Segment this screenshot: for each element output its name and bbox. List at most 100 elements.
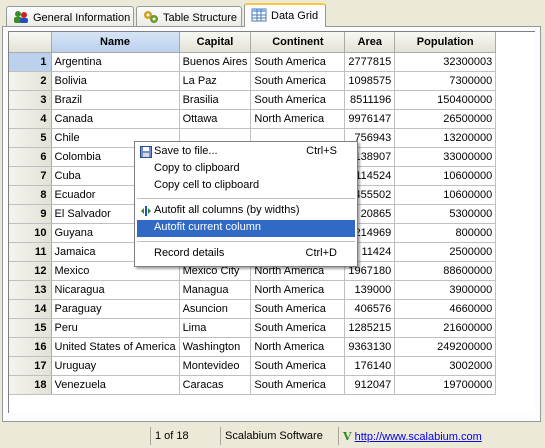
table-row[interactable]: 3 Brazil Brasilia South America 8511196 15040… <box>9 90 497 110</box>
cell-name[interactable]: United States of America <box>51 337 180 357</box>
cell-name[interactable]: Venezuela <box>51 375 180 395</box>
row-number[interactable]: 9 <box>9 204 52 224</box>
cell-name[interactable]: Nicaragua <box>51 280 180 300</box>
cell-capital[interactable]: Buenos Aires <box>179 52 252 72</box>
cell-area[interactable]: 1098575 <box>344 71 396 91</box>
cell-name[interactable]: Paraguay <box>51 299 180 319</box>
row-number[interactable]: 17 <box>9 356 52 376</box>
row-number[interactable]: 7 <box>9 166 52 186</box>
menu-item-copy-cell-to-clipboard[interactable]: Copy cell to clipboard <box>137 178 355 195</box>
cell-name[interactable]: Peru <box>51 318 180 338</box>
table-row[interactable]: 2 Bolivia La Paz South America 1098575 730000… <box>9 71 497 91</box>
cell-area[interactable]: 8511196 <box>344 90 396 110</box>
row-number[interactable]: 18 <box>9 375 52 395</box>
cell-continent[interactable]: South America <box>250 299 346 319</box>
cell-area[interactable]: 139000 <box>344 280 396 300</box>
cell-continent[interactable]: North America <box>250 337 346 357</box>
corner-cell[interactable] <box>9 32 52 53</box>
row-number[interactable]: 11 <box>9 242 52 262</box>
cell-capital[interactable]: La Paz <box>179 71 252 91</box>
cell-area[interactable]: 1285215 <box>344 318 396 338</box>
cell-population[interactable]: 21600000 <box>394 318 497 338</box>
table-row[interactable]: 16 United States of America Washington Nort… <box>9 337 497 357</box>
cell-population[interactable]: 7300000 <box>394 71 497 91</box>
row-number[interactable]: 16 <box>9 337 52 357</box>
cell-population[interactable]: 10600000 <box>394 166 497 186</box>
row-number[interactable]: 8 <box>9 185 52 205</box>
row-number[interactable]: 5 <box>9 128 52 148</box>
cell-population[interactable]: 13200000 <box>394 128 497 148</box>
cell-name[interactable]: Brazil <box>51 90 180 110</box>
cell-name[interactable]: Canada <box>51 109 180 129</box>
cell-continent[interactable]: South America <box>250 71 346 91</box>
row-number[interactable]: 12 <box>9 261 52 281</box>
table-row[interactable]: 1 Argentina Buenos Aires South America 27778… <box>9 52 497 72</box>
column-header-name[interactable]: Name <box>51 32 180 53</box>
cell-area[interactable]: 406576 <box>344 299 396 319</box>
cell-name[interactable]: Argentina <box>51 52 180 72</box>
row-number[interactable]: 14 <box>9 299 52 319</box>
website-link[interactable]: http://www.scalabium.com <box>355 431 482 443</box>
column-header-population[interactable]: Population <box>394 32 497 53</box>
cell-continent[interactable]: South America <box>250 52 346 72</box>
cell-area[interactable]: 2777815 <box>344 52 396 72</box>
column-header-continent[interactable]: Continent <box>250 32 346 53</box>
row-number[interactable]: 3 <box>9 90 52 110</box>
cell-population[interactable]: 2500000 <box>394 242 497 262</box>
cell-population[interactable]: 249200000 <box>394 337 497 357</box>
menu-item-autofit-current-column[interactable]: Autofit current column <box>137 220 355 237</box>
cell-continent[interactable]: South America <box>250 375 346 395</box>
table-row[interactable]: 15 Peru Lima South America 1285215 21600000 <box>9 318 497 338</box>
cell-continent[interactable]: North America <box>250 280 346 300</box>
cell-capital[interactable]: Ottawa <box>179 109 252 129</box>
cell-population[interactable]: 88600000 <box>394 261 497 281</box>
column-header-area[interactable]: Area <box>344 32 396 53</box>
tab-general-information[interactable]: General Information <box>6 6 134 26</box>
cell-name[interactable]: Bolivia <box>51 71 180 91</box>
menu-item-copy-to-clipboard[interactable]: Copy to clipboard <box>137 161 355 178</box>
cell-capital[interactable]: Brasilia <box>179 90 252 110</box>
row-number[interactable]: 10 <box>9 223 52 243</box>
menu-item-save-to-file[interactable]: Save to file... Ctrl+S <box>137 144 355 161</box>
table-row[interactable]: 14 Paraguay Asuncion South America 406576 466… <box>9 299 497 319</box>
cell-population[interactable]: 26500000 <box>394 109 497 129</box>
column-header-capital[interactable]: Capital <box>179 32 252 53</box>
cell-capital[interactable]: Asuncion <box>179 299 252 319</box>
cell-capital[interactable]: Washington <box>179 337 252 357</box>
cell-area[interactable]: 176140 <box>344 356 396 376</box>
cell-continent[interactable]: South America <box>250 318 346 338</box>
cell-population[interactable]: 800000 <box>394 223 497 243</box>
menu-item-autofit-all-columns[interactable]: Autofit all columns (by widths) <box>137 203 355 220</box>
cell-capital[interactable]: Managua <box>179 280 252 300</box>
cell-area[interactable]: 9363130 <box>344 337 396 357</box>
cell-population[interactable]: 4660000 <box>394 299 497 319</box>
cell-continent[interactable]: South America <box>250 90 346 110</box>
cell-capital[interactable]: Lima <box>179 318 252 338</box>
row-number[interactable]: 2 <box>9 71 52 91</box>
tab-data-grid[interactable]: Data Grid <box>244 3 326 27</box>
cell-population[interactable]: 3900000 <box>394 280 497 300</box>
row-number[interactable]: 6 <box>9 147 52 167</box>
cell-population[interactable]: 3002000 <box>394 356 497 376</box>
cell-population[interactable]: 10600000 <box>394 185 497 205</box>
row-number[interactable]: 13 <box>9 280 52 300</box>
cell-capital[interactable]: Caracas <box>179 375 252 395</box>
tab-table-structure[interactable]: Table Structure <box>136 6 242 26</box>
cell-capital[interactable]: Montevideo <box>179 356 252 376</box>
cell-population[interactable]: 19700000 <box>394 375 497 395</box>
cell-continent[interactable]: North America <box>250 109 346 129</box>
table-row[interactable]: 13 Nicaragua Managua North America 139000 390… <box>9 280 497 300</box>
table-row[interactable]: 4 Canada Ottawa North America 9976147 2650000… <box>9 109 497 129</box>
cell-population[interactable]: 150400000 <box>394 90 497 110</box>
row-number[interactable]: 1 <box>9 52 52 72</box>
cell-population[interactable]: 5300000 <box>394 204 497 224</box>
cell-population[interactable]: 32300003 <box>394 52 497 72</box>
cell-name[interactable]: Uruguay <box>51 356 180 376</box>
table-row[interactable]: 17 Uruguay Montevideo South America 176140 30… <box>9 356 497 376</box>
cell-area[interactable]: 9976147 <box>344 109 396 129</box>
table-row[interactable]: 18 Venezuela Caracas South America 912047 197… <box>9 375 497 395</box>
cell-continent[interactable]: South America <box>250 356 346 376</box>
cell-area[interactable]: 912047 <box>344 375 396 395</box>
row-number[interactable]: 4 <box>9 109 52 129</box>
row-number[interactable]: 15 <box>9 318 52 338</box>
